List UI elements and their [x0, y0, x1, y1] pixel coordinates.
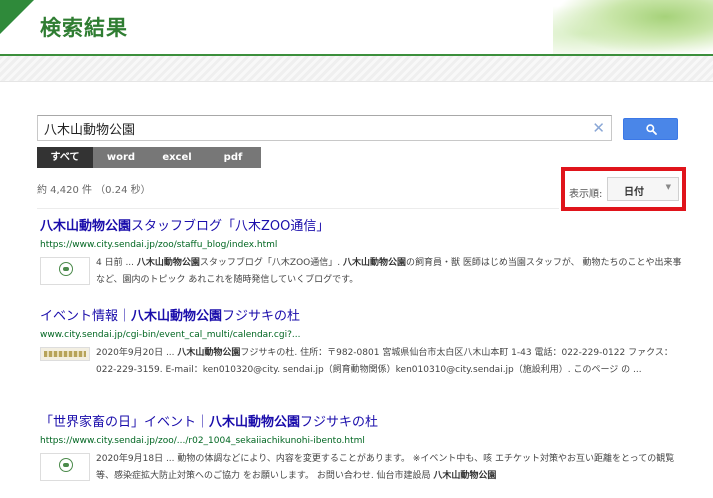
result-snippet: 4 日前 ... 八木山動物公園スタッフブログ「八木ZOO通信」. 八木山動物公…	[96, 258, 682, 285]
clear-icon[interactable]: ✕	[592, 119, 605, 137]
zoo-logo-icon	[59, 262, 73, 276]
result-url: https://www.city.sendai.jp/zoo/staffu_bl…	[40, 240, 278, 250]
result-stats: 約 4,420 件 （0.24 秒）	[37, 185, 151, 196]
sort-selected-value: 日付	[624, 187, 644, 198]
result-body: 2020年9月18日 ... 動物の体調などにより、内容を変更することがあります…	[40, 451, 690, 485]
banner-image-icon	[44, 351, 86, 357]
result-title-link[interactable]: 八木山動物公園スタッフブログ「八木ZOO通信」	[40, 218, 690, 235]
result-body: 4 日前 ... 八木山動物公園スタッフブログ「八木ZOO通信」. 八木山動物公…	[40, 255, 690, 289]
corner-triangle-decoration	[0, 0, 34, 34]
search-result: イベント情報｜八木山動物公園フジサキの杜 www.city.sendai.jp/…	[40, 308, 690, 379]
sort-label: 表示順:	[569, 189, 603, 200]
chevron-down-icon: ▼	[665, 183, 671, 191]
tab-excel[interactable]: excel	[149, 147, 205, 168]
result-snippet: 2020年9月20日 ... 八木山動物公園フジサキの杜. 住所：〒982-08…	[96, 348, 673, 375]
result-thumbnail[interactable]	[40, 347, 90, 361]
tab-word[interactable]: word	[93, 147, 149, 168]
result-title-link[interactable]: イベント情報｜八木山動物公園フジサキの杜	[40, 308, 690, 325]
search-result: 「世界家畜の日」イベント｜八木山動物公園フジサキの杜 https://www.c…	[40, 414, 690, 485]
sort-select[interactable]: 日付 ▼	[607, 177, 679, 201]
result-url: www.city.sendai.jp/cgi-bin/event_cal_mul…	[40, 330, 301, 340]
result-thumbnail[interactable]	[40, 453, 90, 481]
page-header: 検索結果	[0, 0, 713, 56]
search-button[interactable]	[623, 118, 678, 140]
leaves-decoration	[553, 0, 713, 56]
zoo-logo-icon	[59, 458, 73, 472]
header-stripe	[0, 56, 713, 82]
search-icon	[646, 124, 657, 135]
search-result: 八木山動物公園スタッフブログ「八木ZOO通信」 https://www.city…	[40, 218, 690, 289]
result-url: https://www.city.sendai.jp/zoo/.../r02_1…	[40, 436, 365, 446]
sort-highlight-box: 表示順: 日付 ▼	[561, 167, 686, 211]
result-title-link[interactable]: 「世界家畜の日」イベント｜八木山動物公園フジサキの杜	[40, 414, 690, 431]
divider	[37, 208, 559, 209]
filetype-tabs: すべて word excel pdf	[37, 147, 261, 168]
tab-all[interactable]: すべて	[37, 147, 93, 168]
search-input[interactable]	[38, 116, 578, 140]
page-title: 検索結果	[40, 16, 128, 40]
tab-pdf[interactable]: pdf	[205, 147, 261, 168]
result-body: 2020年9月20日 ... 八木山動物公園フジサキの杜. 住所：〒982-08…	[40, 345, 690, 379]
result-thumbnail[interactable]	[40, 257, 90, 285]
search-box: ✕	[37, 115, 612, 141]
result-snippet: 2020年9月18日 ... 動物の体調などにより、内容を変更することがあります…	[96, 454, 675, 481]
